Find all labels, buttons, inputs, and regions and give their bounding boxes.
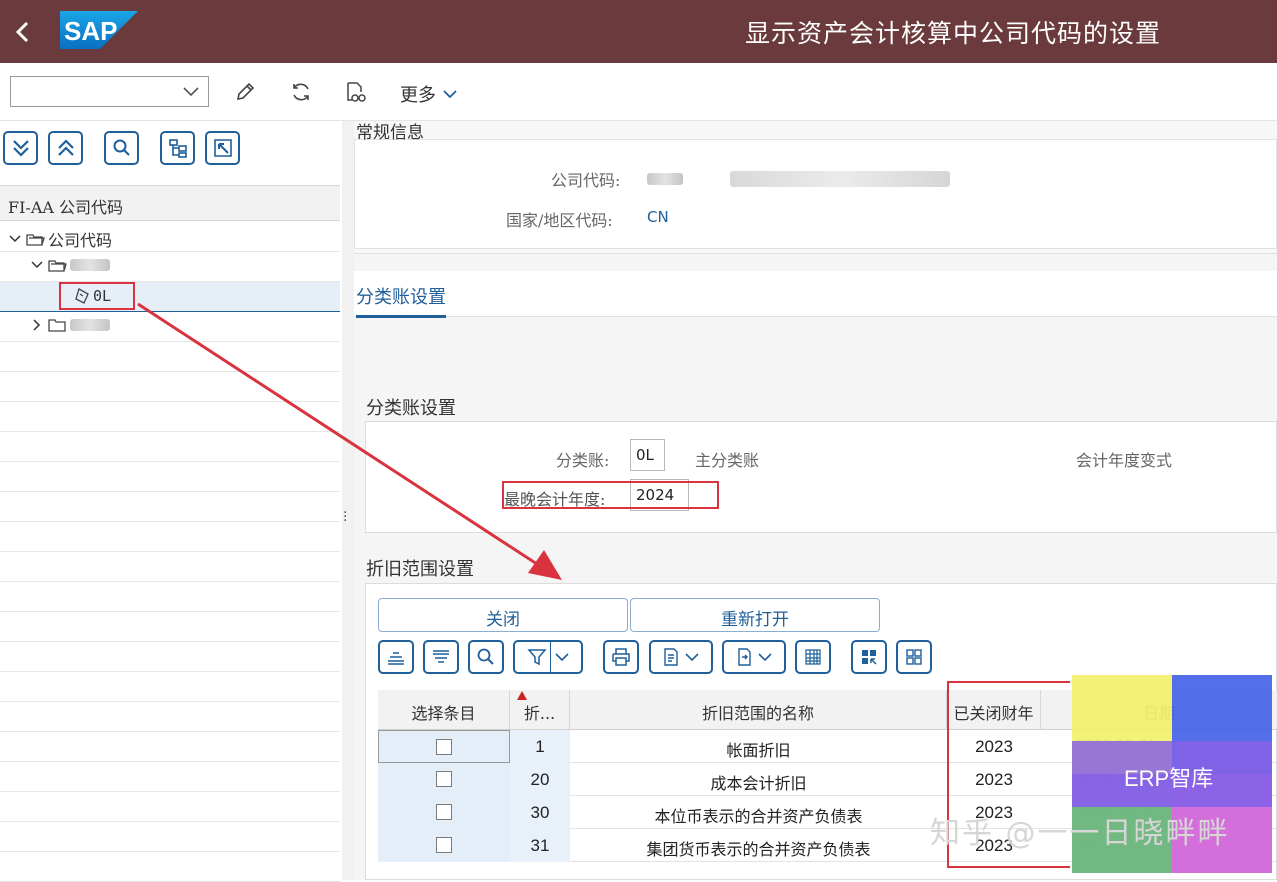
zhihu-watermark: 知乎 @一一日晓畔畔 bbox=[930, 816, 1230, 851]
watermark-brand: ERP智库 bbox=[1124, 766, 1214, 791]
